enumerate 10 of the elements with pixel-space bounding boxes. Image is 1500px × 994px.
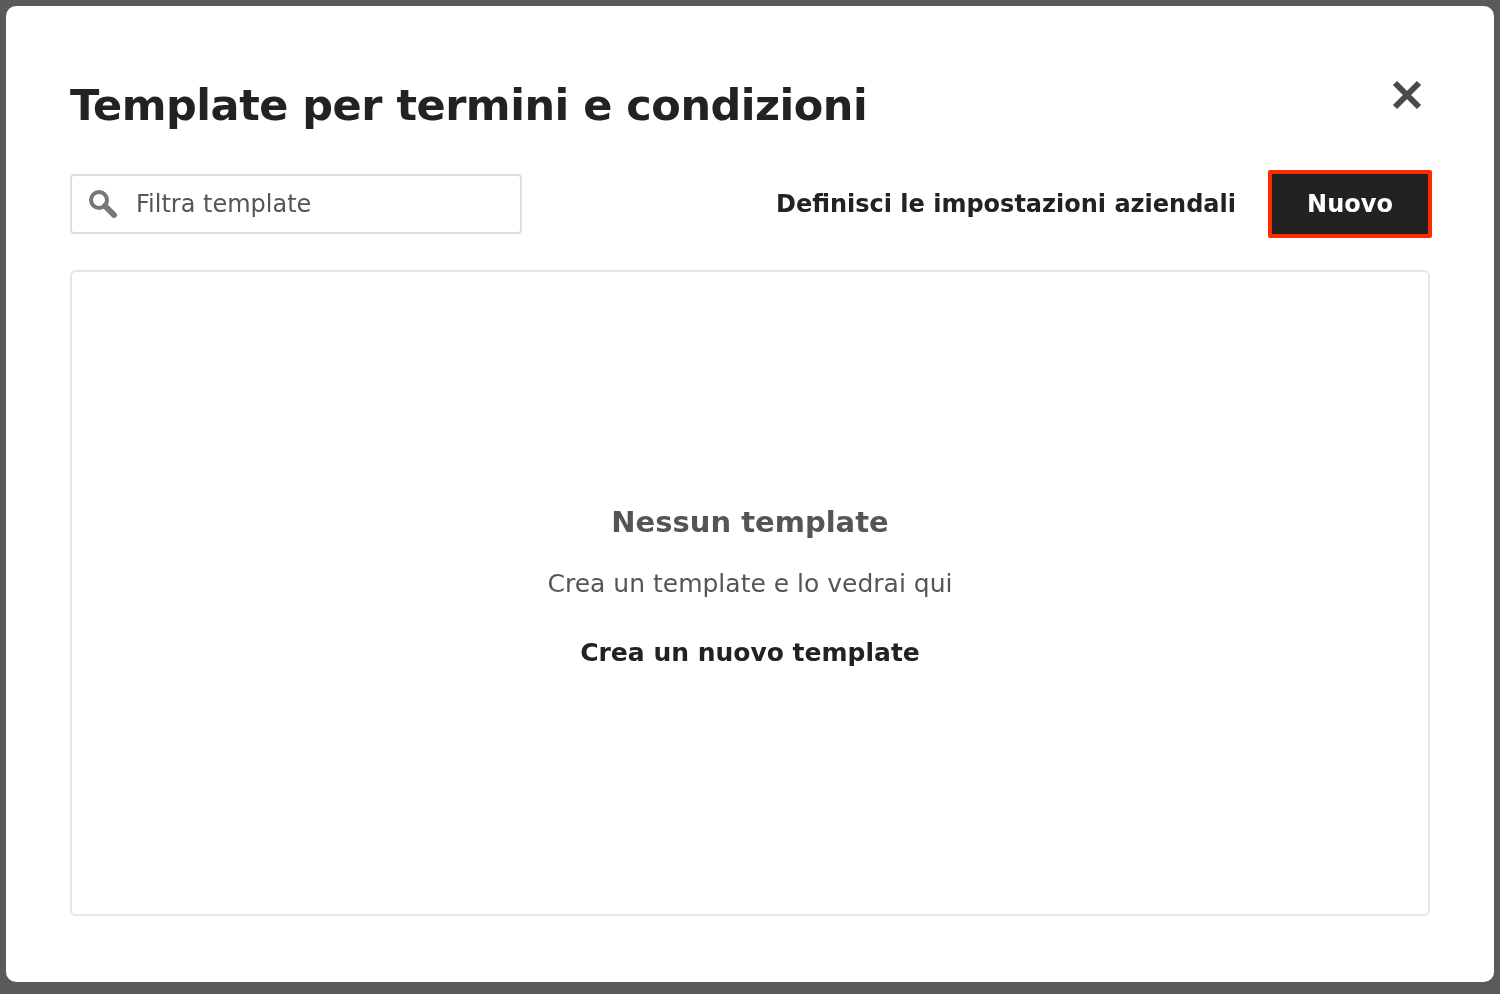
empty-message: Crea un template e lo vedrai qui xyxy=(547,569,953,598)
search-field[interactable]: Filtra template xyxy=(70,174,522,234)
settings-link[interactable]: Definisci le impostazioni aziendali xyxy=(775,190,1236,218)
close-icon xyxy=(1392,80,1422,110)
empty-heading: Nessun template xyxy=(611,505,889,539)
create-template-link[interactable]: Crea un nuovo template xyxy=(580,638,920,667)
new-button[interactable]: Nuovo xyxy=(1268,170,1432,238)
search-icon xyxy=(88,189,118,219)
dialog-title: Template per termini e condizioni xyxy=(70,80,868,130)
close-button[interactable] xyxy=(1390,78,1424,112)
